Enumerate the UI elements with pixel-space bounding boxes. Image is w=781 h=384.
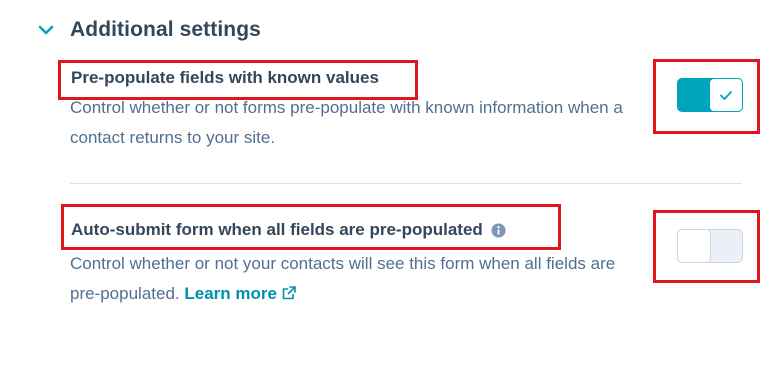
toggle-knob: [709, 78, 743, 112]
toggle-knob: [677, 229, 711, 263]
autosubmit-toggle[interactable]: [677, 229, 743, 263]
setting-title-label: Auto-submit form when all fields are pre…: [71, 220, 483, 239]
setting-title-prepopulate: Pre-populate fields with known values: [71, 68, 379, 88]
learn-more-label: Learn more: [184, 284, 277, 303]
setting-description-prepopulate: Control whether or not forms pre-populat…: [70, 98, 623, 147]
learn-more-link[interactable]: Learn more: [184, 284, 297, 303]
settings-panel: Additional settings Pre-populate fields …: [0, 0, 781, 384]
section-title: Additional settings: [70, 18, 261, 41]
info-icon[interactable]: [491, 222, 506, 238]
setting-description-autosubmit: Control whether or not your contacts wil…: [70, 249, 650, 309]
prepopulate-toggle[interactable]: [677, 78, 743, 112]
setting-description-text: Control whether or not your contacts wil…: [70, 254, 616, 303]
divider: [70, 183, 742, 184]
external-link-icon[interactable]: [281, 285, 297, 301]
setting-title-autosubmit: Auto-submit form when all fields are pre…: [71, 220, 506, 240]
chevron-down-icon[interactable]: [36, 20, 56, 40]
checkmark-icon: [720, 91, 732, 100]
additional-settings-header[interactable]: Additional settings: [36, 18, 261, 42]
setting-title-label: Pre-populate fields with known values: [71, 68, 379, 87]
